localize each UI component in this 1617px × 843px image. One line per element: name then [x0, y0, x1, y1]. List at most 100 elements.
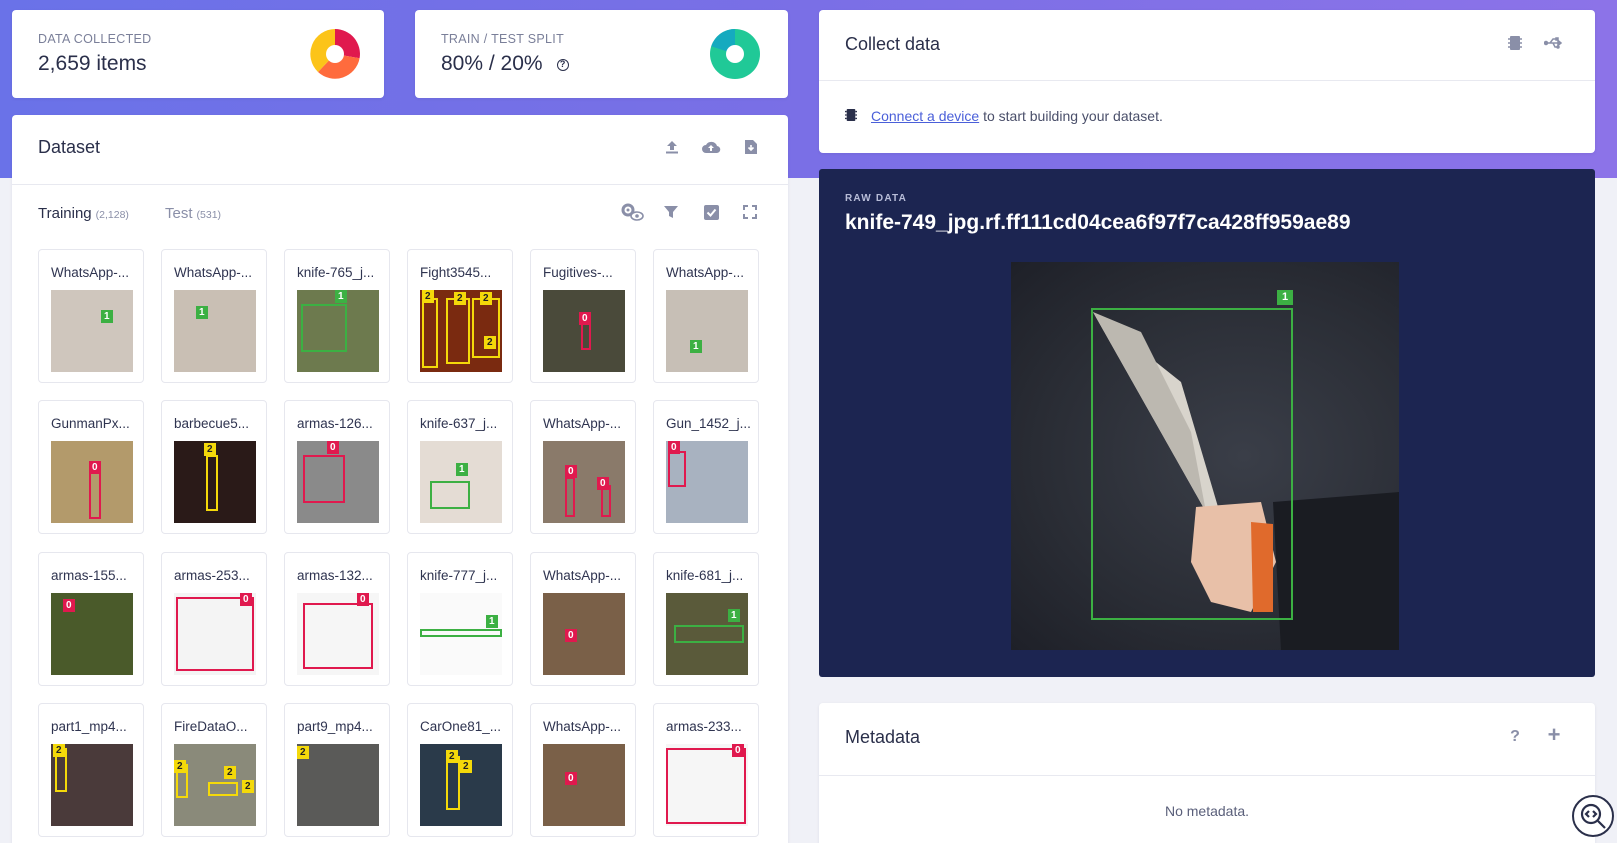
- usb-icon[interactable]: [1544, 33, 1564, 53]
- label-tag: 1: [101, 310, 113, 323]
- item-name: WhatsApp-...: [543, 416, 622, 431]
- dataset-item[interactable]: armas-132... 0: [284, 552, 390, 686]
- bounding-box: [446, 298, 470, 364]
- data-collected-card: DATA COLLECTED 2,659 items: [12, 10, 384, 98]
- expand-icon[interactable]: [740, 202, 760, 222]
- export-file-icon[interactable]: [741, 137, 761, 157]
- label-settings-icon[interactable]: [620, 202, 644, 222]
- dataset-item[interactable]: WhatsApp-... 1: [38, 249, 144, 383]
- dataset-item[interactable]: knife-777_j... 1: [407, 552, 513, 686]
- label-tag: 0: [565, 772, 577, 785]
- dataset-item[interactable]: CarOne81_... 2 2: [407, 703, 513, 837]
- dataset-item[interactable]: armas-155... 0: [38, 552, 144, 686]
- add-metadata-icon[interactable]: +: [1544, 722, 1564, 747]
- item-thumbnail: 0: [297, 593, 379, 675]
- dataset-item[interactable]: armas-253... 0: [161, 552, 267, 686]
- label-tag: 0: [732, 744, 744, 757]
- dataset-item[interactable]: WhatsApp-... 1: [161, 249, 267, 383]
- metadata-empty-text: No metadata.: [1164, 803, 1250, 819]
- dataset-item[interactable]: WhatsApp-... 0: [530, 703, 636, 837]
- dataset-item[interactable]: Fight3545... 2 2 2 2: [407, 249, 513, 383]
- item-name: Fugitives-...: [543, 265, 613, 280]
- item-name: knife-681_j...: [666, 568, 744, 583]
- bounding-box: [89, 469, 101, 519]
- label-tag: 0: [668, 441, 680, 454]
- item-thumbnail: 0: [297, 441, 379, 523]
- tab-test[interactable]: Test (531): [165, 205, 221, 222]
- dataset-item[interactable]: armas-126... 0: [284, 400, 390, 534]
- dataset-item[interactable]: Fugitives-... 0: [530, 249, 636, 383]
- label-tag: 2: [224, 766, 236, 779]
- bounding-box: [668, 451, 686, 487]
- metadata-card: Metadata ? + No metadata.: [819, 703, 1595, 843]
- raw-data-label: RAW DATA: [845, 193, 907, 204]
- select-checkbox-icon[interactable]: [701, 202, 721, 222]
- dataset-item[interactable]: WhatsApp-... 1: [653, 249, 759, 383]
- upload-icon[interactable]: [662, 137, 682, 157]
- raw-box-label: 1: [1277, 290, 1294, 305]
- item-thumbnail: 0 0: [543, 441, 625, 523]
- bounding-box: [301, 304, 347, 352]
- metadata-help-icon[interactable]: ?: [1505, 727, 1525, 747]
- label-tag: 0: [240, 593, 252, 606]
- device-chip-icon[interactable]: [1505, 33, 1525, 53]
- cloud-upload-icon[interactable]: [701, 137, 721, 157]
- search-code-icon: [1580, 803, 1606, 829]
- connect-device-link[interactable]: Connect a device: [871, 108, 979, 124]
- dataset-item[interactable]: knife-765_j... 1: [284, 249, 390, 383]
- filter-icon[interactable]: [661, 202, 681, 222]
- item-name: armas-132...: [297, 568, 373, 583]
- item-thumbnail: 1: [420, 593, 502, 675]
- dataset-item[interactable]: Gun_1452_j... 0: [653, 400, 759, 534]
- label-tag: 2: [422, 290, 434, 303]
- bounding-box: [208, 782, 238, 796]
- label-tag: 0: [63, 599, 75, 612]
- item-name: Gun_1452_j...: [666, 416, 751, 431]
- dataset-item[interactable]: part9_mp4... 2: [284, 703, 390, 837]
- dataset-item[interactable]: knife-681_j... 1: [653, 552, 759, 686]
- item-thumbnail: 2 2: [420, 744, 502, 826]
- label-tag: 2: [484, 336, 496, 349]
- item-name: armas-253...: [174, 568, 250, 583]
- item-name: WhatsApp-...: [51, 265, 130, 280]
- dataset-item[interactable]: GunmanPx... 0: [38, 400, 144, 534]
- dataset-item[interactable]: armas-233... 0: [653, 703, 759, 837]
- dataset-item[interactable]: part1_mp4... 2: [38, 703, 144, 837]
- label-tag: 0: [579, 312, 591, 325]
- item-name: part9_mp4...: [297, 719, 373, 734]
- tab-test-count: (531): [196, 209, 222, 221]
- label-tag: 0: [89, 461, 101, 474]
- metadata-divider: [819, 775, 1595, 776]
- dataset-item[interactable]: FireDataO... 2 2 2: [161, 703, 267, 837]
- item-thumbnail: 2: [297, 744, 379, 826]
- item-name: knife-765_j...: [297, 265, 375, 280]
- class-distribution-pie-icon: [310, 29, 360, 79]
- item-name: armas-155...: [51, 568, 127, 583]
- label-tag: 1: [456, 463, 468, 476]
- dataset-item[interactable]: knife-637_j... 1: [407, 400, 513, 534]
- item-name: barbecue5...: [174, 416, 250, 431]
- help-icon[interactable]: ?: [556, 59, 569, 71]
- tab-training-label: Training: [38, 205, 92, 222]
- item-thumbnail: 2 2 2 2: [420, 290, 502, 372]
- bounding-box: [430, 481, 470, 509]
- chat-widget-button[interactable]: [1572, 795, 1614, 837]
- item-name: WhatsApp-...: [174, 265, 253, 280]
- label-tag: 2: [53, 744, 65, 757]
- tab-training[interactable]: Training (2,128): [38, 205, 129, 222]
- item-thumbnail: 0: [666, 441, 748, 523]
- label-tag: 1: [690, 340, 702, 353]
- data-collected-value: 2,659 items: [38, 52, 147, 75]
- dataset-divider: [12, 184, 788, 185]
- dataset-item[interactable]: barbecue5... 2: [161, 400, 267, 534]
- bounding-box: [176, 597, 254, 671]
- item-name: WhatsApp-...: [666, 265, 745, 280]
- item-name: knife-637_j...: [420, 416, 498, 431]
- collect-data-title: Collect data: [845, 34, 941, 54]
- item-thumbnail: 0: [51, 593, 133, 675]
- bounding-box: [666, 748, 746, 824]
- dataset-item[interactable]: WhatsApp-... 0 0: [530, 400, 636, 534]
- raw-image: 1: [1011, 262, 1399, 650]
- label-tag: 2: [242, 780, 254, 793]
- dataset-item[interactable]: WhatsApp-... 0: [530, 552, 636, 686]
